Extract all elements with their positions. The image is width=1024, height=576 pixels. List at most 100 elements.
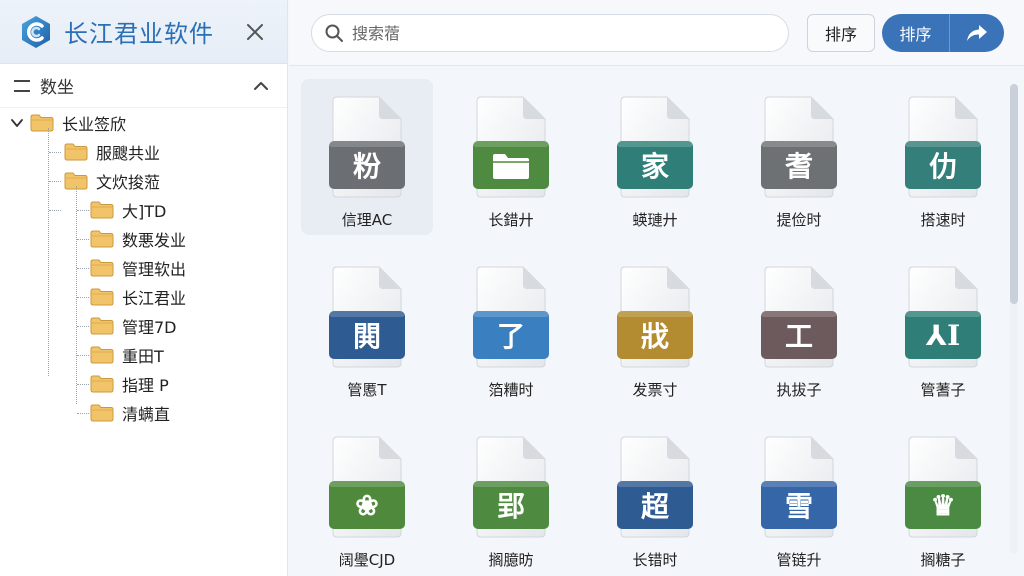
tree-item[interactable]: 管理软出 [90,255,186,281]
sort-primary-button[interactable]: 排序 [882,14,950,52]
tree-item[interactable]: 重田T [90,342,164,368]
file-label: 搁臆昉 [488,551,534,569]
tree-guide-branch [77,268,89,269]
file-grid: 粉信理AC 长錯廾家蝧璉廾耆提俭时仂搭速时閧管慝T 了箔糟时戕发票寸工执拔子 ⅄I 管蓍… [289,67,1024,576]
file-tile[interactable]: 雪管链升 [733,419,865,575]
app-title: 长江君业软件 [64,20,214,48]
menu-icon [14,79,30,92]
tree-item-label: 服颼共业 [96,144,161,163]
file-tile[interactable]: ♛ 搁糖子 [877,419,1009,575]
toolbar: 排序 排序 [289,0,1024,66]
tree-guide-branch [77,384,89,385]
file-glyph: 了 [496,320,525,353]
file-label: 蝧璉廾 [632,211,678,229]
app-header: 长江君业软件 [0,0,287,64]
file-glyph: ❀ [355,488,379,522]
file-tile[interactable]: 郢搁臆昉 [445,419,577,575]
search-icon [325,24,343,42]
tree-guide-line [76,186,77,404]
document-icon [473,96,549,198]
sort-button[interactable]: 排序 [807,14,875,52]
folder-icon [90,259,114,276]
tree-item[interactable]: 清螨直 [90,400,170,426]
tree-guide-branch [49,210,61,211]
folder-icon [90,230,114,247]
file-glyph: 超 [640,490,669,523]
file-label: 管链升 [776,551,822,569]
tree-item[interactable]: 文炊捘蒞 [64,168,160,194]
tree-guide-branch [49,152,61,153]
tree-item-label: 文炊捘蒞 [96,173,161,192]
tree-item-label: 大]TD [122,201,167,221]
file-tile[interactable]: 长錯廾 [445,79,577,235]
file-glyph: 粉 [352,150,381,183]
scrollbar-thumb[interactable] [1010,84,1018,304]
tree-item[interactable]: 数悪发业 [90,226,186,252]
file-glyph: 閧 [352,320,381,353]
tree-item-label: 清螨直 [122,404,171,424]
tree-item[interactable]: 大]TD [90,197,166,223]
tree-guide-branch [77,210,89,211]
tree-guide-branch [77,413,89,414]
tree-item[interactable]: 管理7D [90,313,177,339]
file-label: 管慝T [347,381,387,399]
chevron-up-icon[interactable] [251,76,271,96]
folder-icon [90,375,114,392]
tree-guide-branch [49,181,61,182]
close-icon [247,24,263,40]
file-tile[interactable]: 超长错时 [589,419,721,575]
file-label: 阔璺CJD [338,551,396,569]
share-button[interactable] [950,14,1004,52]
file-tile[interactable]: 工执拔子 [733,249,865,405]
file-label: 长錯廾 [488,211,534,229]
chevron-down-icon[interactable] [10,116,24,130]
file-label: 发票寸 [632,381,678,399]
folder-icon [493,154,529,179]
sidebar: 长江君业软件 数坐 长业签欣服颼共业文炊捘蒞大]TD 数悪发业管理软出长江君业管理… [0,0,288,576]
tree-item-label: 数悪发业 [122,230,187,250]
close-sidebar-button[interactable] [241,18,269,46]
file-glyph: ♛ [930,488,956,522]
file-glyph: 耆 [784,150,813,183]
tree-item[interactable]: 长业签欣 [10,110,126,136]
folder-tree: 长业签欣服颼共业文炊捘蒞大]TD 数悪发业管理软出长江君业管理7D 重田T 指理 P 清… [0,110,288,440]
folder-icon [90,288,114,305]
app-logo-icon [22,15,50,48]
file-tile[interactable]: 家蝧璉廾 [589,79,721,235]
folder-icon [90,346,114,363]
file-label: 搁糖子 [920,551,966,569]
file-label: 搭速时 [920,211,966,229]
file-tile[interactable]: 了箔糟时 [445,249,577,405]
file-label: 箔糟时 [488,381,534,399]
file-tile[interactable]: 仂搭速时 [877,79,1009,235]
file-glyph: 仂 [928,150,957,183]
sort-split-button: 排序 [882,14,1004,52]
tree-item[interactable]: 服颼共业 [64,139,160,165]
file-tile[interactable]: 粉信理AC [301,79,433,235]
tree-item[interactable]: 长江君业 [90,284,186,310]
file-tile[interactable]: 耆提俭时 [733,79,865,235]
tree-guide-branch [77,355,89,356]
tree-item-label: 重田T [122,346,164,366]
file-glyph: 家 [640,150,669,183]
share-arrow-icon [967,25,987,41]
tree-item[interactable]: 指理 P [90,371,169,397]
file-label: 提俭时 [776,211,822,229]
search-box [311,14,789,52]
file-glyph: ⅄I [925,318,961,352]
file-tile[interactable]: ⅄I 管蓍子 [877,249,1009,405]
tree-section-header[interactable]: 数坐 [0,64,287,108]
file-tile[interactable]: 閧管慝T [301,249,433,405]
file-glyph: 郢 [496,490,525,523]
file-label: 信理AC [341,211,393,229]
file-label: 管蓍子 [920,381,966,399]
tree-item-label: 管理7D [122,317,177,337]
tree-guide-branch [77,239,89,240]
file-glyph: 戕 [640,320,669,353]
file-glyph: 工 [784,320,813,353]
file-tile[interactable]: 戕发票寸 [589,249,721,405]
tree-guide-branch [77,326,89,327]
file-tile[interactable]: ❀ 阔璺CJD [301,419,433,575]
file-glyph: 雪 [784,490,813,523]
search-input[interactable] [352,23,752,43]
